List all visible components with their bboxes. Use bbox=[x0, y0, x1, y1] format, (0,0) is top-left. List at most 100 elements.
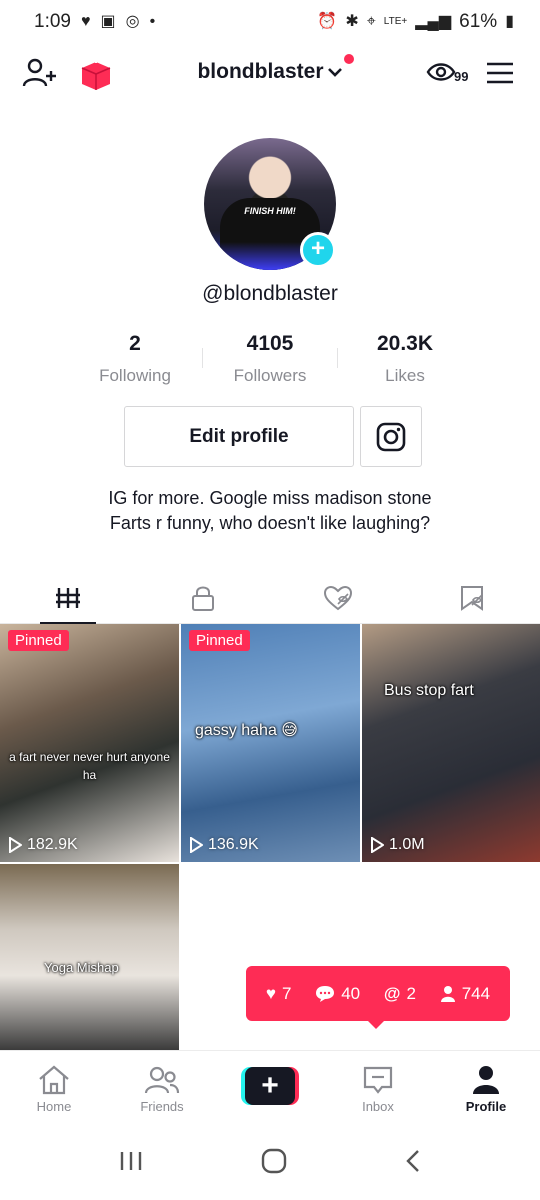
heart-icon: ♥ bbox=[265, 983, 276, 1003]
followers-label: Followers bbox=[233, 366, 307, 385]
edit-profile-button[interactable]: Edit profile bbox=[124, 406, 354, 467]
eye-icon bbox=[426, 63, 456, 81]
status-bar: 1:09 ♥ ▣ ◎ • ⏰ ✱ ⌖ LTE+ ▂▄▆ 61% ▮ bbox=[0, 0, 540, 44]
more-dot-icon: • bbox=[149, 13, 156, 30]
location-icon: ⌖ bbox=[366, 13, 376, 30]
bluetooth-icon: ✱ bbox=[345, 13, 359, 30]
network-type: LTE+ bbox=[383, 16, 408, 27]
profile-tabs bbox=[0, 572, 540, 624]
video-tile[interactable]: Bus stop fart 1.0M bbox=[362, 624, 540, 862]
followers-count: 4105 bbox=[246, 332, 294, 355]
nav-friends[interactable]: Friends bbox=[108, 1051, 216, 1122]
bio-line: IG for more. Google miss madison stone bbox=[108, 488, 432, 508]
video-tile[interactable]: Pinned gassy haha 😅 136.9K bbox=[181, 624, 360, 862]
menu-button[interactable] bbox=[486, 62, 514, 89]
battery-percent: 61% bbox=[459, 11, 498, 32]
following-count: 2 bbox=[129, 332, 141, 355]
bio-line: Farts r funny, who doesn't like laughing… bbox=[109, 513, 431, 533]
play-icon bbox=[371, 837, 384, 853]
instagram-notification-icon: ◎ bbox=[125, 13, 140, 30]
battery-icon: ▮ bbox=[505, 13, 514, 30]
grid-icon bbox=[55, 587, 80, 608]
video-tile[interactable]: Pinned a fart never never hurt anyone ha… bbox=[0, 624, 179, 862]
system-navigation-bar bbox=[0, 1122, 540, 1200]
tab-videos[interactable] bbox=[0, 572, 135, 624]
at-sign-icon: @ bbox=[383, 983, 401, 1003]
hidden-heart-icon bbox=[323, 585, 352, 610]
bottom-nav: Home Friends + Inbox Profile bbox=[0, 1050, 540, 1122]
instagram-link-button[interactable] bbox=[360, 406, 422, 467]
chevron-down-icon bbox=[327, 68, 342, 78]
video-caption: Yoga Mishap bbox=[44, 960, 119, 975]
likes-notification-count: 7 bbox=[281, 983, 292, 1003]
profile-views-button[interactable]: 99 bbox=[426, 60, 468, 84]
mentions-notification: @2 bbox=[384, 984, 416, 1004]
view-count: 182.9K bbox=[8, 836, 78, 854]
notification-icon: ▣ bbox=[100, 13, 116, 30]
add-avatar-button[interactable]: + bbox=[300, 232, 336, 268]
view-count-value: 1.0M bbox=[389, 836, 425, 853]
followers-notification-count: 744 bbox=[461, 983, 491, 1003]
profile-stats: 2 Following 4105 Followers 20.3K Likes bbox=[68, 332, 472, 386]
stat-followers[interactable]: 4105 Followers bbox=[203, 332, 337, 386]
video-caption: a fart never never hurt anyone ha bbox=[9, 750, 170, 782]
tab-favorites[interactable] bbox=[405, 572, 540, 623]
mentions-notification-count: 2 bbox=[406, 983, 416, 1003]
plus-icon: + bbox=[245, 1067, 295, 1105]
video-caption: Bus stop fart bbox=[384, 682, 474, 699]
view-count-value: 182.9K bbox=[27, 836, 78, 853]
likes-notification: ♥ 7 bbox=[266, 984, 292, 1004]
view-count: 136.9K bbox=[189, 836, 259, 854]
likes-count: 20.3K bbox=[376, 332, 434, 355]
nav-profile-label: Profile bbox=[465, 1099, 507, 1114]
signal-icon: ▂▄▆ bbox=[415, 13, 452, 30]
nav-home-label: Home bbox=[36, 1099, 72, 1114]
profile-handle: @blondblaster bbox=[202, 282, 338, 305]
recent-apps-icon[interactable] bbox=[119, 1150, 143, 1172]
view-count-value: 136.9K bbox=[208, 836, 259, 853]
nav-inbox-label: Inbox bbox=[362, 1099, 394, 1114]
home-icon bbox=[39, 1065, 69, 1095]
instagram-icon bbox=[376, 422, 406, 451]
profile-header: blondblaster 99 bbox=[0, 50, 540, 100]
profile-bio: IG for more. Google miss madison stone F… bbox=[0, 486, 540, 536]
nav-profile[interactable]: Profile bbox=[432, 1051, 540, 1122]
comments-notification: 40 bbox=[315, 984, 360, 1004]
profile-icon bbox=[473, 1066, 499, 1094]
friends-icon bbox=[144, 1066, 180, 1094]
pinned-badge: Pinned bbox=[8, 630, 69, 651]
heart-icon: ♥ bbox=[80, 13, 91, 30]
person-icon bbox=[440, 985, 455, 1002]
inbox-icon bbox=[363, 1066, 393, 1094]
plus-icon: + bbox=[310, 235, 325, 262]
tab-private[interactable] bbox=[135, 572, 270, 623]
profile-views-count: 99 bbox=[454, 69, 469, 84]
play-icon bbox=[190, 837, 203, 853]
create-button[interactable]: + bbox=[241, 1067, 299, 1105]
nav-inbox[interactable]: Inbox bbox=[324, 1051, 432, 1122]
followers-notification: 744 bbox=[440, 984, 490, 1004]
comments-notification-count: 40 bbox=[341, 983, 361, 1003]
video-tile[interactable]: Yoga Mishap bbox=[0, 864, 179, 1050]
notification-dot bbox=[344, 54, 354, 64]
hamburger-menu-icon bbox=[487, 62, 513, 84]
video-caption: gassy haha 😅 bbox=[195, 722, 298, 739]
nav-friends-label: Friends bbox=[140, 1099, 184, 1114]
play-icon bbox=[9, 837, 22, 853]
lock-icon bbox=[191, 586, 214, 611]
home-button-icon[interactable] bbox=[261, 1148, 287, 1174]
comment-icon bbox=[316, 985, 335, 1002]
stat-likes[interactable]: 20.3K Likes bbox=[338, 332, 472, 386]
likes-label: Likes bbox=[385, 366, 425, 385]
view-count: 1.0M bbox=[370, 836, 425, 854]
tab-liked[interactable] bbox=[270, 572, 405, 623]
following-label: Following bbox=[99, 366, 171, 385]
activity-notification-bubble[interactable]: ♥ 7 40 @2 744 bbox=[246, 966, 510, 1029]
nav-home[interactable]: Home bbox=[0, 1051, 108, 1122]
back-icon[interactable] bbox=[405, 1149, 421, 1173]
status-time: 1:09 bbox=[34, 11, 71, 32]
pinned-badge: Pinned bbox=[189, 630, 250, 651]
stat-following[interactable]: 2 Following bbox=[68, 332, 202, 386]
nav-create[interactable]: + bbox=[216, 1051, 324, 1122]
avatar-shirt-text: FINISH HIM! bbox=[244, 206, 296, 216]
